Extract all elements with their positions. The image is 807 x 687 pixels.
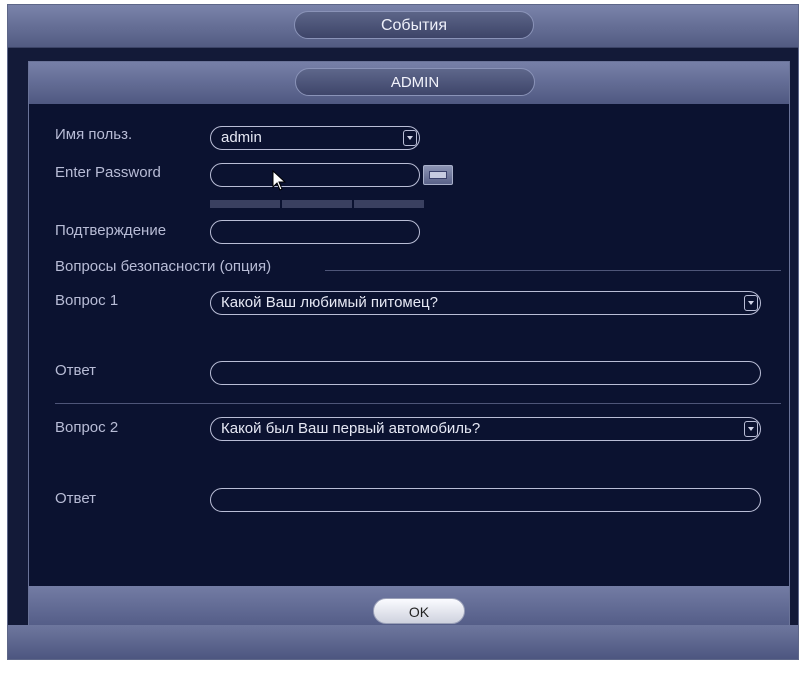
question2-select[interactable]: Какой был Ваш первый автомобиль?	[210, 417, 761, 441]
answer1-label: Ответ	[55, 362, 97, 379]
keyboard-icon[interactable]	[423, 165, 453, 185]
question-divider	[55, 403, 781, 404]
answer2-field[interactable]	[210, 488, 761, 512]
chevron-down-icon[interactable]	[744, 421, 758, 437]
chevron-down-icon[interactable]	[403, 130, 417, 146]
window-title-bar: События	[8, 5, 798, 48]
question2-label: Вопрос 2	[55, 419, 119, 436]
security-questions-title: Вопросы безопасности (опция)	[55, 258, 272, 275]
question1-select[interactable]: Какой Ваш любимый питомец?	[210, 291, 761, 315]
window-title: События	[294, 11, 534, 39]
password-strength-low	[210, 200, 280, 208]
admin-dialog: ADMIN Имя польз. admin Enter Password По…	[28, 61, 790, 637]
main-window: События ADMIN Имя польз. admin Enter Pas…	[7, 4, 799, 660]
username-value: admin	[221, 129, 262, 146]
mouse-cursor-icon	[272, 170, 287, 191]
confirm-password-field[interactable]	[210, 220, 420, 244]
question1-label: Вопрос 1	[55, 292, 119, 309]
question1-value: Какой Ваш любимый питомец?	[221, 294, 438, 311]
ok-button[interactable]: OK	[373, 598, 465, 624]
question2-value: Какой был Ваш первый автомобиль?	[221, 420, 481, 437]
answer1-field[interactable]	[210, 361, 761, 385]
chevron-down-icon[interactable]	[744, 295, 758, 311]
answer2-label: Ответ	[55, 490, 97, 507]
password-field[interactable]	[210, 163, 420, 187]
section-divider	[325, 270, 781, 271]
password-strength-mid	[282, 200, 352, 208]
confirm-label: Подтверждение	[55, 222, 167, 239]
dialog-header: ADMIN	[29, 62, 789, 104]
username-label: Имя польз.	[55, 126, 133, 143]
dialog-title: ADMIN	[295, 68, 535, 96]
bottom-bar	[8, 625, 798, 659]
password-label: Enter Password	[55, 164, 161, 181]
username-select[interactable]: admin	[210, 126, 420, 150]
password-strength-high	[354, 200, 424, 208]
